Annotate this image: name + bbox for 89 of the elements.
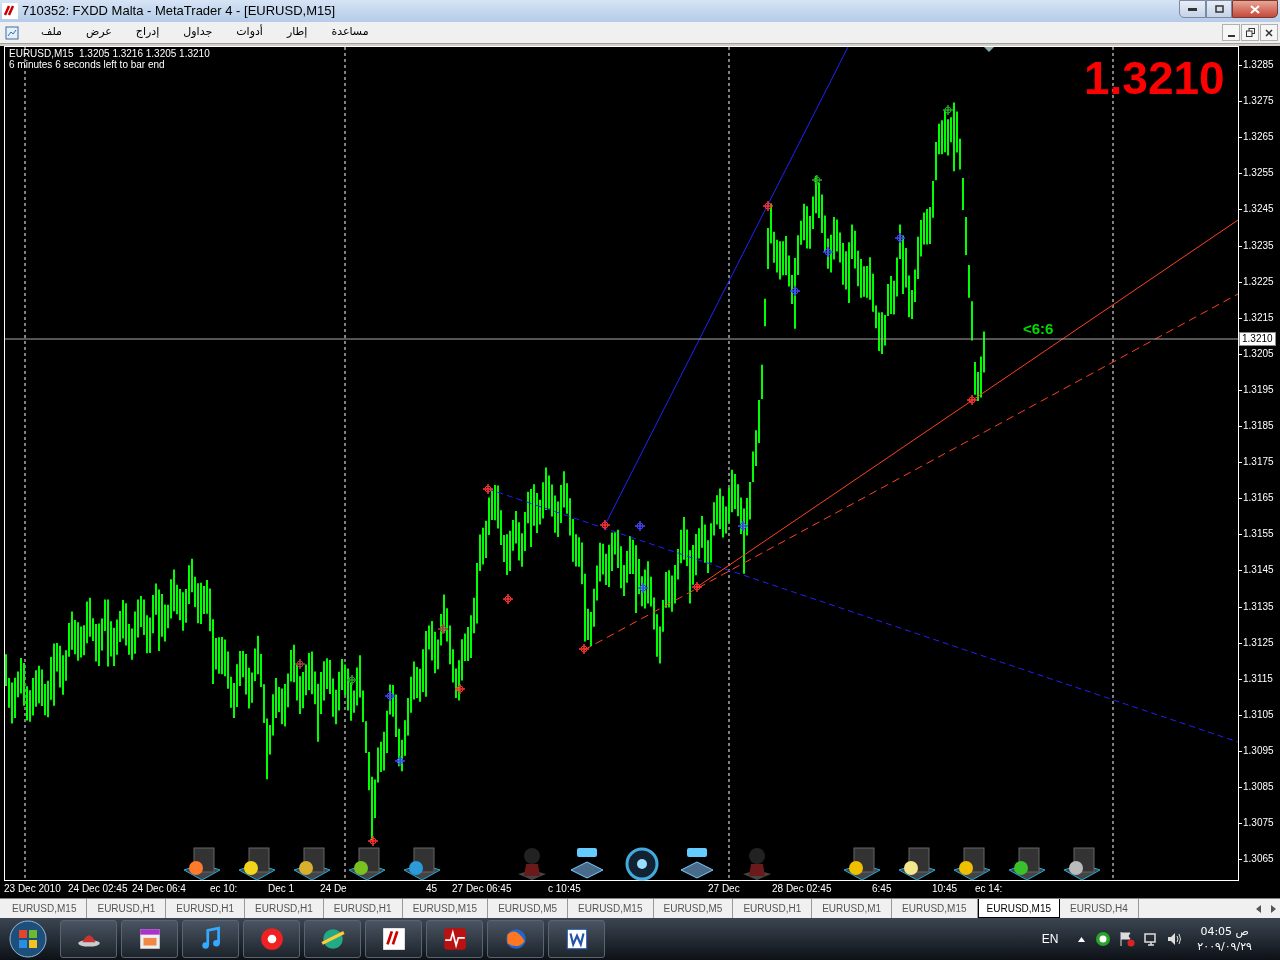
time-axis-label: 45 xyxy=(426,883,438,895)
price-axis-label: 1.3115 xyxy=(1243,672,1273,685)
scroll-left-icon[interactable] xyxy=(1256,904,1261,913)
chart-icon xyxy=(5,25,19,40)
close-button[interactable] xyxy=(1232,0,1278,18)
time-axis-label: 27 Dec xyxy=(708,883,740,895)
menu-item[interactable]: عرض xyxy=(75,24,122,41)
price-axis-label: 1.3215 xyxy=(1243,311,1274,324)
maximize-button[interactable] xyxy=(1206,0,1232,18)
price-axis-label: 1.3175 xyxy=(1243,456,1274,469)
price-axis-label: 1.3275 xyxy=(1243,95,1274,108)
minimize-icon xyxy=(1188,7,1197,11)
taskbar-button[interactable] xyxy=(243,920,300,958)
time-axis-label: 24 De xyxy=(320,883,347,895)
app-logo-icon xyxy=(2,3,18,19)
taskbar-button[interactable] xyxy=(487,920,544,958)
taskbar-button[interactable] xyxy=(548,920,605,958)
price-axis-label: 1.3235 xyxy=(1243,239,1274,252)
minimize-button[interactable] xyxy=(1222,24,1240,41)
chart-tab[interactable]: EURUSD,M15 xyxy=(977,899,1061,918)
chart-shift-marker xyxy=(984,47,994,52)
fxdd-logo-icon xyxy=(380,926,407,952)
time-axis-label: 24 Dec 06:4 xyxy=(132,883,186,895)
restore-button[interactable] xyxy=(1241,24,1259,41)
time-axis-label: 28 Dec 02:45 xyxy=(772,883,832,895)
maximize-icon xyxy=(1214,5,1224,13)
menu-item[interactable]: جداول xyxy=(173,24,223,41)
menu-item[interactable]: ملف xyxy=(31,24,72,41)
minimize-icon xyxy=(1227,35,1235,37)
menu-item[interactable]: إطار xyxy=(276,24,318,41)
language-indicator[interactable]: EN xyxy=(1041,930,1059,948)
price-axis-label: 1.3185 xyxy=(1243,420,1274,432)
time-axis-label: c 10:45 xyxy=(548,883,581,895)
price-axis-label: 1.3095 xyxy=(1243,744,1274,757)
taskbar-button[interactable] xyxy=(60,920,117,958)
price-axis-label: 1.3075 xyxy=(1243,817,1274,830)
price-axis-label: 1.3165 xyxy=(1243,492,1274,505)
time-axis-label: Dec 1 xyxy=(268,883,295,895)
symbol-info: EURUSD,M15 1.3205 1.3216 1.3205 1.3210 xyxy=(9,48,210,59)
time-axis-label: ec 14: xyxy=(975,883,1003,895)
menu-item[interactable]: أدوات xyxy=(226,24,273,41)
price-axis-label: 1.3065 xyxy=(1243,853,1274,866)
start-button[interactable] xyxy=(8,919,48,959)
close-icon xyxy=(1265,28,1273,37)
price-axis-label: 1.3265 xyxy=(1243,131,1274,144)
close-icon xyxy=(1250,4,1260,14)
price-axis-label: 1.3285 xyxy=(1243,59,1274,71)
price-axis-label: 1.3205 xyxy=(1243,347,1274,360)
time-axis-label: ec 10: xyxy=(210,883,238,895)
menu-item[interactable]: مساعدة xyxy=(321,24,379,41)
price-axis-label: 1.3245 xyxy=(1243,203,1274,216)
time-axis-label: 6:45 xyxy=(872,883,892,895)
clock[interactable]: 04:05 ص ٢٠٠٩/٠٩/٢٩ xyxy=(1197,924,1252,954)
price-axis-label: 1.3105 xyxy=(1243,708,1274,721)
price-axis-label: 1.3255 xyxy=(1243,167,1274,180)
taskbar-button[interactable] xyxy=(304,920,361,958)
clock-time: 04:05 ص xyxy=(1200,924,1249,939)
price-axis-label: 1.3085 xyxy=(1243,781,1274,793)
window-title: 710352: FXDD Malta - MetaTrader 4 - [EURUSD,M15] xyxy=(22,2,336,21)
time-axis-label: 23 Dec 2010 xyxy=(4,883,61,895)
taskbar-button[interactable] xyxy=(365,920,422,958)
volume-icon[interactable] xyxy=(1167,931,1184,947)
price-axis-label: 1.3125 xyxy=(1243,636,1274,649)
timer-label: <6:6 xyxy=(1023,321,1054,337)
network-status-icon[interactable] xyxy=(1095,931,1112,947)
current-price-label: 1.3210 xyxy=(1239,332,1276,346)
big-price-label: 1.3210 xyxy=(1084,52,1225,104)
clock-date: ٢٠٠٩/٠٩/٢٩ xyxy=(1197,939,1252,954)
minimize-button[interactable] xyxy=(1179,0,1206,18)
taskbar-button[interactable] xyxy=(182,920,239,958)
globe-icon xyxy=(319,926,346,952)
price-axis-label: 1.3155 xyxy=(1243,528,1274,541)
time-axis-label: 10:45 xyxy=(932,883,958,895)
scroll-right-icon[interactable] xyxy=(1271,904,1276,913)
price-axis-label: 1.3135 xyxy=(1243,600,1274,613)
time-axis-label: 24 Dec 02:45 xyxy=(68,883,128,895)
show-hidden-icons-icon[interactable] xyxy=(1078,936,1086,942)
flag-icon[interactable] xyxy=(1119,931,1136,947)
menu-item[interactable]: إدراج xyxy=(125,24,170,41)
pulse-icon xyxy=(441,926,468,952)
time-axis-label: 27 Dec 06:45 xyxy=(452,883,512,895)
taskbar-button[interactable] xyxy=(426,920,483,958)
price-axis-label: 1.3225 xyxy=(1243,275,1274,288)
restore-icon xyxy=(1245,28,1255,37)
bar-countdown: 6 minutes 6 seconds left to bar end xyxy=(9,59,165,70)
price-axis-label: 1.3195 xyxy=(1243,383,1274,396)
close-button[interactable] xyxy=(1260,24,1278,41)
price-axis-label: 1.3145 xyxy=(1243,564,1274,577)
taskbar-button[interactable] xyxy=(121,920,178,958)
